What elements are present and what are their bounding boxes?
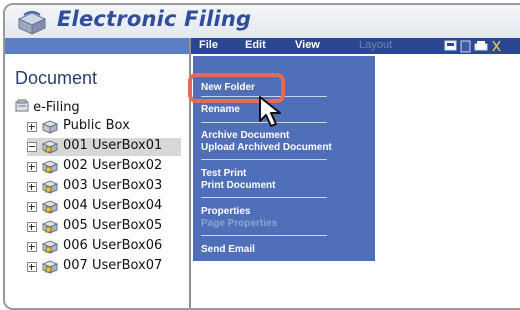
locked-box-icon	[41, 200, 59, 214]
app-title: Electronic Filing	[57, 7, 252, 31]
expand-toggle-icon[interactable]	[27, 222, 37, 232]
menu-separator	[201, 235, 327, 236]
expand-toggle-icon[interactable]	[27, 182, 37, 192]
tree-item-label: 006 UserBox06	[63, 238, 163, 253]
print-icon[interactable]	[474, 41, 488, 51]
menu-item-test-print[interactable]: Test Print	[201, 168, 246, 179]
menu-item-rename[interactable]: Rename	[201, 104, 240, 115]
tree-item-label: 007 UserBox07	[63, 258, 163, 273]
document-icon[interactable]	[460, 40, 471, 53]
mouse-pointer-icon	[259, 96, 281, 127]
menu-edit[interactable]: Edit	[245, 39, 266, 51]
menu-item-page-properties: Page Properties	[201, 218, 278, 229]
toolbar-icons	[444, 40, 501, 53]
menu-item-properties[interactable]: Properties	[201, 206, 250, 217]
panel-heading: Document	[15, 68, 98, 88]
electronic-filing-logo-icon	[17, 11, 47, 35]
menu-view[interactable]: View	[295, 39, 320, 51]
menu-separator	[201, 159, 327, 160]
expand-toggle-icon[interactable]	[27, 242, 37, 252]
tree-root[interactable]: e-Filing	[15, 99, 80, 115]
menu-file[interactable]: File	[199, 39, 218, 51]
tree-item-label: Public Box	[63, 118, 130, 133]
tree-item-label: 002 UserBox02	[63, 158, 163, 173]
e-filing-root-icon	[15, 99, 29, 112]
app-window: Electronic Filing File Edit View Layout …	[3, 3, 520, 310]
tree-item-label: 001 UserBox01	[63, 138, 163, 153]
locked-box-icon	[41, 140, 59, 154]
folder-tree-panel: Document e-Filing Public Box 001 UserBox…	[5, 54, 189, 308]
locked-box-icon	[41, 180, 59, 194]
menu-item-upload-archived-document[interactable]: Upload Archived Document	[201, 142, 332, 153]
locked-box-icon	[41, 220, 59, 234]
tree-item-label: 004 UserBox04	[63, 198, 163, 213]
tree-item-label: 005 UserBox05	[63, 218, 163, 233]
collapse-toggle-icon[interactable]	[27, 142, 37, 152]
tree-root-label: e-Filing	[33, 100, 80, 115]
menu-item-send-email[interactable]: Send Email	[201, 244, 255, 255]
menu-item-print-document[interactable]: Print Document	[201, 180, 275, 191]
expand-toggle-icon[interactable]	[27, 162, 37, 172]
locked-box-icon	[41, 240, 59, 254]
menu-item-archive-document[interactable]: Archive Document	[201, 130, 289, 141]
tree-item-label: 003 UserBox03	[63, 178, 163, 193]
window-icon[interactable]	[444, 40, 457, 51]
locked-box-icon	[41, 160, 59, 174]
expand-toggle-icon[interactable]	[27, 202, 37, 212]
public-box-icon	[41, 120, 59, 134]
title-bar: Electronic Filing	[5, 5, 520, 38]
scissors-icon[interactable]	[492, 40, 501, 52]
left-panel-header-bar	[5, 38, 189, 54]
menu-separator	[201, 197, 327, 198]
menu-layout: Layout	[359, 39, 393, 51]
expand-toggle-icon[interactable]	[27, 262, 37, 272]
tree-item-userbox-001[interactable]: 001 UserBox01	[27, 138, 181, 156]
expand-toggle-icon[interactable]	[27, 122, 37, 132]
locked-box-icon	[41, 260, 59, 274]
